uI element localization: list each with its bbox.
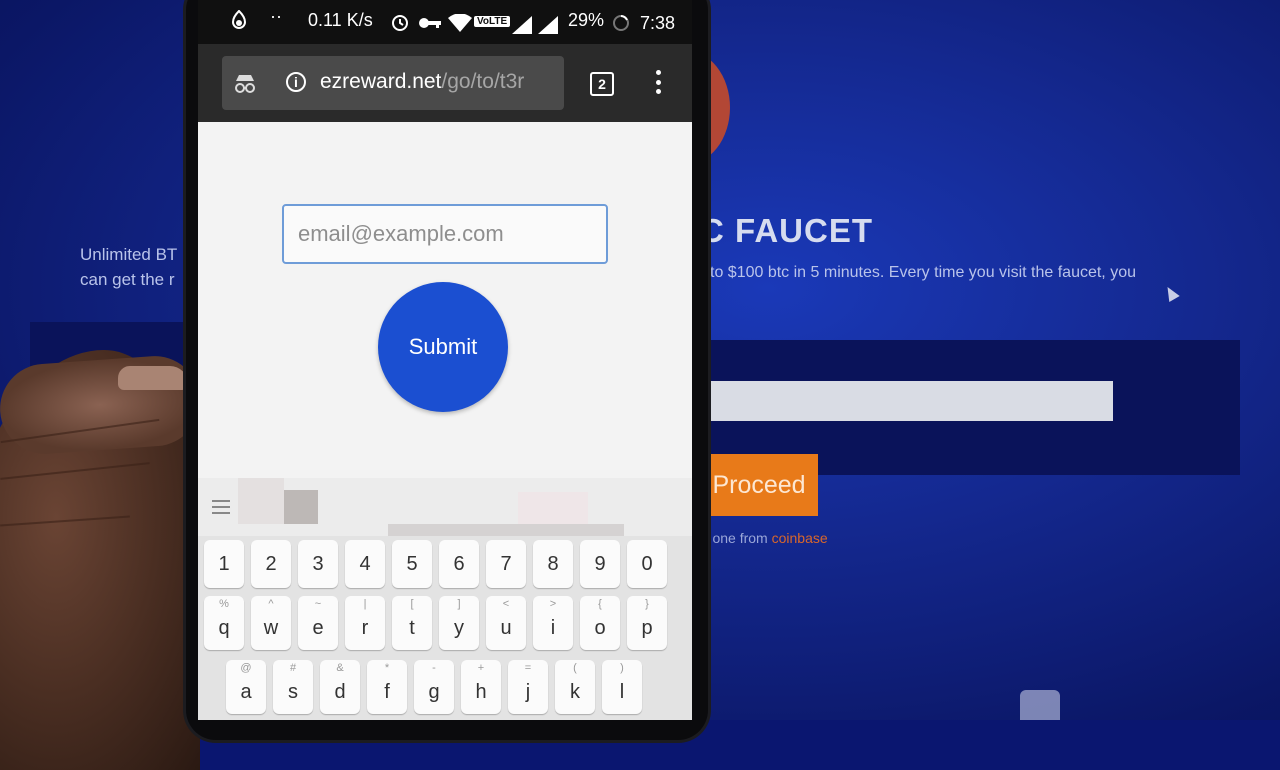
wifi-icon <box>448 13 472 37</box>
url-domain: ezreward.net <box>320 70 442 93</box>
key-r[interactable]: | r <box>345 596 385 650</box>
bg-desc-line-1: Unlimited BT <box>80 245 178 264</box>
bg-description-left: Unlimited BT can get the r <box>80 242 177 292</box>
alarm-icon <box>390 12 410 37</box>
suggestion-blur <box>284 490 318 524</box>
bg-address-input <box>695 381 1113 421</box>
thumbs-up-icon <box>1020 690 1060 720</box>
suggestion-blur <box>518 492 588 524</box>
vpn-key-icon <box>418 14 442 35</box>
key-f[interactable]: * f <box>367 660 407 714</box>
notification-icon <box>230 9 248 35</box>
key-d[interactable]: & d <box>320 660 360 714</box>
key-7[interactable]: 7 <box>486 540 526 588</box>
url-path: /go/to/t3r <box>441 70 525 93</box>
key-2[interactable]: 2 <box>251 540 291 588</box>
key-9[interactable]: 9 <box>580 540 620 588</box>
keyboard-menu-icon[interactable] <box>212 500 230 514</box>
key-g[interactable]: -g <box>414 660 454 714</box>
url-bar[interactable]: i ezreward.net/go/to/t3r <box>222 56 564 110</box>
key-l[interactable]: ) l <box>602 660 642 714</box>
key-3[interactable]: 3 <box>298 540 338 588</box>
key-u[interactable]: < u <box>486 596 526 650</box>
volte-badge: VoLTE <box>474 16 511 27</box>
bg-desc-line-2: can get the r <box>80 270 175 289</box>
key-k[interactable]: (k <box>555 660 595 714</box>
key-4[interactable]: 4 <box>345 540 385 588</box>
clock: 7:38 <box>640 13 676 33</box>
tab-switcher-button[interactable]: 2 <box>590 72 614 96</box>
browser-toolbar: i ezreward.net/go/to/t3r 2 <box>198 44 692 122</box>
key-1[interactable]: 1 <box>204 540 244 588</box>
bg-title: C FAUCET <box>700 212 873 249</box>
bg-coinbase-link: coinbase <box>771 530 828 546</box>
info-icon[interactable]: i <box>286 72 306 92</box>
key-5[interactable]: 5 <box>392 540 432 588</box>
submit-button[interactable]: Submit <box>378 282 508 412</box>
key-i[interactable]: > i <box>533 596 573 650</box>
suggestion-blur <box>388 524 624 536</box>
mouse-cursor-icon <box>1162 283 1180 303</box>
overflow-menu-icon[interactable] <box>654 70 662 94</box>
key-h[interactable]: + h <box>461 660 501 714</box>
status-bar: ·· 0.11 K/s VoLTE 29% 7:38 <box>198 0 692 44</box>
suggestion-blur <box>238 478 284 524</box>
email-input[interactable] <box>282 204 608 264</box>
key-j[interactable]: = j <box>508 660 548 714</box>
key-w[interactable]: ^ w <box>251 596 291 650</box>
key-e[interactable]: ~ e <box>298 596 338 650</box>
key-o[interactable]: {o <box>580 596 620 650</box>
more-notifications-icon: ·· <box>270 6 282 26</box>
network-speed: 0.11 K/s <box>308 10 373 30</box>
signal-icon <box>512 16 532 39</box>
web-page: Submit <box>198 122 692 478</box>
key-p[interactable]: } p <box>627 596 667 650</box>
key-t[interactable]: [t <box>392 596 432 650</box>
key-y[interactable]: ] y <box>439 596 479 650</box>
bg-grab-text: ab one from coinbase <box>693 530 828 546</box>
key-q[interactable]: % q <box>204 596 244 650</box>
key-a[interactable]: @ a <box>226 660 266 714</box>
url-text: ezreward.net/go/to/t3r <box>320 70 524 94</box>
battery-percent: 29% <box>568 10 605 30</box>
phone-screen: ·· 0.11 K/s VoLTE 29% 7:38 i ezreward.ne… <box>198 0 692 720</box>
key-0[interactable]: 0 <box>627 540 667 588</box>
soft-keyboard: 1 2 3 4 5 6 7 8 9 0 % q ^ w ~ e | r [t ] y < u… <box>198 536 692 720</box>
thumb-nail <box>118 366 188 390</box>
signal-icon-2 <box>538 16 558 39</box>
incognito-icon <box>232 70 258 96</box>
key-s[interactable]: # s <box>273 660 313 714</box>
keyboard-suggestion-strip <box>198 478 692 536</box>
key-8[interactable]: 8 <box>533 540 573 588</box>
bg-description: to $100 btc in 5 minutes. Every time you… <box>710 264 1136 281</box>
key-6[interactable]: 6 <box>439 540 479 588</box>
battery-icon <box>612 14 630 37</box>
bg-proceed-button: Proceed <box>690 454 818 516</box>
